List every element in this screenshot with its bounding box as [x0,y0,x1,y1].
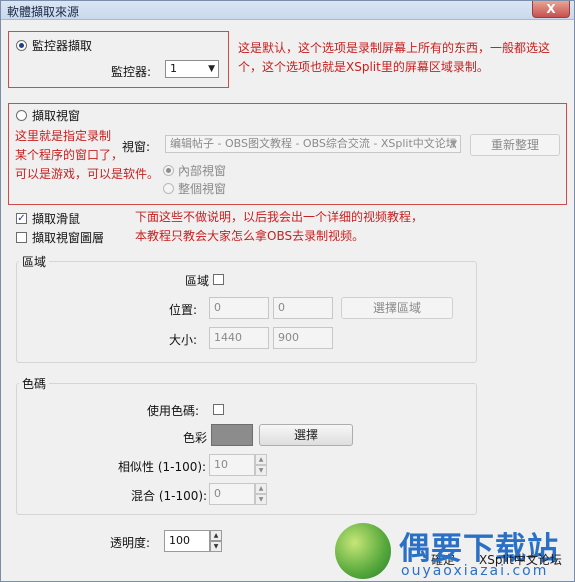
annotation-others: 下面这些不做说明，以后我会出一个详细的视频教程， 本教程只教会大家怎么拿OBS去… [135,208,423,246]
opacity-input[interactable]: 100 [164,530,210,552]
inner-window-label: 內部視窗 [178,164,227,178]
spin-up-icon[interactable]: ▲ [255,483,267,494]
colorkey-group-label: 色碼 [19,375,50,392]
color-label: 色彩 [183,431,208,445]
region-pos-x-input[interactable]: 0 [209,297,269,319]
annotation-window-line3: 可以是游戏，可以是软件。 [15,167,160,181]
opacity-spinner[interactable]: ▲ ▼ [210,530,222,552]
region-pos-y-input[interactable]: 0 [273,297,333,319]
use-colorkey-checkbox[interactable] [213,404,224,415]
window-select[interactable]: 编辑帖子 - OBS图文教程 - OBS综合交流 - XSplit中文论坛 ▼ [165,135,461,153]
annotation-monitor-line2: 个，这个选项也就是XSplit里的屏幕区域录制。 [238,60,489,74]
blend-input[interactable]: 0 [209,483,255,505]
spin-up-icon[interactable]: ▲ [255,454,267,465]
spin-down-icon[interactable]: ▼ [210,541,222,552]
inner-window-radio[interactable] [163,165,174,176]
color-swatch[interactable] [211,424,253,446]
title-bar: 軟體擷取來源 X [1,1,574,20]
whole-window-radio[interactable] [163,183,174,194]
chevron-down-icon: ▼ [208,64,215,74]
window-select-label: 視窗: [122,140,151,154]
capture-mouse-checkbox[interactable]: ✓ [16,213,27,224]
monitor-capture-label: 監控器擷取 [32,39,93,53]
window-capture-label: 擷取視窗 [32,109,81,123]
blend-label: 混合 (1-100): [131,489,208,503]
dialog-window: 軟體擷取來源 X 監控器擷取 監控器: 1 ▼ 这是默认，这个选项是录制屏幕上所… [0,0,575,582]
monitor-select-value: 1 [170,62,177,75]
blend-spinner[interactable]: ▲ ▼ [255,483,267,505]
similarity-input[interactable]: 10 [209,454,255,476]
similarity-spinner[interactable]: ▲ ▼ [255,454,267,476]
similarity-label: 相似性 (1-100): [118,460,207,474]
region-checkbox[interactable] [213,274,224,285]
annotation-others-line2: 本教程只教会大家怎么拿OBS去录制视频。 [135,229,365,243]
spin-down-icon[interactable]: ▼ [255,465,267,476]
refresh-button[interactable]: 重新整理 [470,134,560,156]
spin-down-icon[interactable]: ▼ [255,494,267,505]
annotation-monitor: 这是默认，这个选项是录制屏幕上所有的东西，一般都选这 个，这个选项也就是XSpl… [238,39,550,77]
region-group-label: 區域 [19,253,50,270]
site-text-partial: XSplit中文论坛 [479,553,562,567]
whole-window-label: 整個視窗 [178,182,227,196]
monitor-capture-radio[interactable] [16,40,27,51]
capture-layered-checkbox[interactable] [16,232,27,243]
capture-layered-label: 擷取視窗圖層 [32,231,105,245]
window-capture-radio[interactable] [16,110,27,121]
use-colorkey-label: 使用色碼: [147,404,200,418]
capture-mouse-label: 擷取滑鼠 [32,212,81,226]
region-size-label: 大小: [169,333,198,347]
region-height-input[interactable]: 900 [273,327,333,349]
annotation-monitor-line1: 这是默认，这个选项是录制屏幕上所有的东西，一般都选这 [238,41,551,55]
close-button[interactable]: X [532,1,570,18]
site-logo-icon [335,523,391,579]
monitor-select-label: 監控器: [111,65,152,79]
monitor-select[interactable]: 1 ▼ [165,60,219,78]
opacity-label: 透明度: [110,536,151,550]
annotation-others-line1: 下面这些不做说明，以后我会出一个详细的视频教程， [135,210,424,224]
window-select-value: 编辑帖子 - OBS图文教程 - OBS综合交流 - XSplit中文论坛 [170,137,457,150]
choose-color-button[interactable]: 選擇 [259,424,353,446]
select-region-button[interactable]: 選擇區域 [341,297,453,319]
spin-up-icon[interactable]: ▲ [210,530,222,541]
chevron-down-icon: ▼ [450,139,457,149]
region-checkbox-label: 區域 [185,274,210,288]
region-width-input[interactable]: 1440 [209,327,269,349]
annotation-window: 这里就是指定录制 某个程序的窗口了， 可以是游戏，可以是软件。 [15,127,159,184]
window-title: 軟體擷取來源 [7,5,80,19]
region-position-label: 位置: [169,303,198,317]
